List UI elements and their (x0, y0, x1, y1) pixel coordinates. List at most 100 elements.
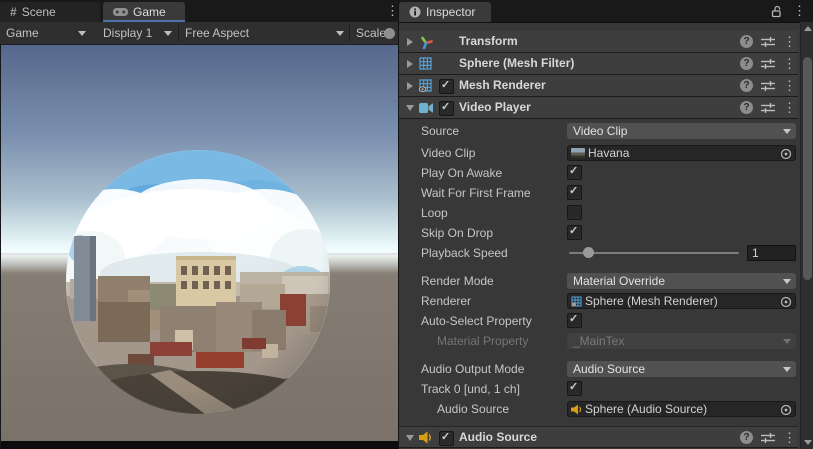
scroll-down-icon[interactable] (804, 440, 812, 445)
playback-speed-slider-knob[interactable] (583, 247, 594, 258)
component-menu-icon[interactable]: ⋮ (783, 35, 793, 48)
help-icon[interactable]: ? (740, 57, 753, 70)
scrollbar-thumb[interactable] (803, 57, 812, 280)
help-icon[interactable]: ? (740, 101, 753, 114)
presets-icon[interactable] (761, 80, 775, 92)
game-mode-label: Game (6, 26, 39, 40)
help-icon[interactable]: ? (740, 431, 753, 444)
render-mode-dropdown[interactable]: Material Override (567, 273, 796, 289)
mesh-renderer-mini-icon (571, 296, 582, 307)
mesh-renderer-icon (419, 79, 432, 92)
row-loop: Loop (399, 203, 798, 223)
audio-source-field[interactable]: Sphere (Audio Source) (567, 401, 796, 417)
foldout-icon[interactable] (407, 82, 413, 90)
display-dropdown[interactable]: Display 1 (103, 22, 152, 44)
component-header-video-player[interactable]: Video Player ? ⋮ (399, 97, 798, 119)
component-header-mesh-filter[interactable]: Sphere (Mesh Filter) ? ⋮ (399, 53, 798, 75)
video-clip-field[interactable]: Havana (567, 145, 796, 161)
object-picker-icon[interactable] (780, 404, 792, 416)
object-picker-icon[interactable] (780, 296, 792, 308)
tab-scene[interactable]: # Scene (0, 2, 100, 22)
scale-slider-knob[interactable] (384, 28, 395, 39)
object-value: Sphere (Audio Source) (585, 402, 707, 416)
row-material-property: Material Property _MainTex (399, 331, 798, 351)
game-mode-dropdown[interactable]: Game (6, 22, 39, 44)
component-enabled-checkbox[interactable] (439, 431, 454, 446)
game-panel-menu-icon[interactable]: ⋮ (386, 4, 396, 17)
help-icon[interactable]: ? (740, 35, 753, 48)
game-panel: # Scene Game ⋮ Game Display 1 (0, 0, 398, 449)
component-name: Audio Source (459, 427, 537, 448)
scroll-up-icon[interactable] (804, 26, 812, 31)
component-menu-icon[interactable]: ⋮ (783, 431, 793, 444)
component-menu-icon[interactable]: ⋮ (783, 79, 793, 92)
component-menu-icon[interactable]: ⋮ (783, 101, 793, 114)
presets-icon[interactable] (761, 432, 775, 444)
component-header-audio-source[interactable]: Audio Source ? ⋮ (399, 426, 798, 448)
inspector-panel: Inspector ⋮ Transform ? ⋮ (398, 0, 813, 449)
tab-game-label: Game (133, 5, 166, 19)
component-name: Video Player (459, 97, 531, 118)
dropdown-value: Video Clip (573, 124, 627, 138)
presets-icon[interactable] (761, 58, 775, 70)
help-icon[interactable]: ? (740, 79, 753, 92)
foldout-icon[interactable] (406, 105, 414, 111)
playback-speed-slider-track[interactable] (569, 252, 739, 254)
game-viewport[interactable] (0, 44, 398, 449)
property-label: Material Property (437, 331, 528, 351)
lock-icon[interactable] (770, 5, 783, 18)
component-menu-icon[interactable]: ⋮ (783, 57, 793, 70)
inspector-scrollbar[interactable] (800, 22, 813, 449)
inspector-menu-icon[interactable]: ⋮ (793, 4, 803, 17)
row-source: Source Video Clip (399, 121, 798, 141)
wait-for-first-frame-checkbox[interactable] (567, 185, 582, 200)
row-skip-on-drop: Skip On Drop (399, 223, 798, 243)
display-label: Display 1 (103, 26, 152, 40)
foldout-icon[interactable] (407, 38, 413, 46)
property-label: Renderer (421, 291, 471, 311)
tab-scene-label: Scene (22, 5, 56, 19)
sphere-shading (66, 150, 330, 414)
renderer-field[interactable]: Sphere (Mesh Renderer) (567, 293, 796, 309)
inspector-tabstrip: Inspector ⋮ (399, 0, 813, 23)
aspect-dropdown[interactable]: Free Aspect (185, 22, 249, 44)
audio-source-mini-icon (571, 404, 582, 415)
row-audio-output-mode: Audio Output Mode Audio Source (399, 359, 798, 379)
component-enabled-checkbox[interactable] (439, 101, 454, 116)
tab-inspector[interactable]: Inspector (399, 2, 491, 22)
scale-label: Scale (356, 22, 386, 44)
foldout-icon[interactable] (407, 60, 413, 68)
object-value: Sphere (Mesh Renderer) (585, 294, 718, 308)
playback-speed-input[interactable] (747, 245, 796, 261)
property-label: Video Clip (421, 143, 475, 163)
row-wait-for-first-frame: Wait For First Frame (399, 183, 798, 203)
chevron-down-icon (336, 31, 344, 36)
source-dropdown[interactable]: Video Clip (567, 123, 796, 139)
mesh-filter-icon (419, 57, 432, 70)
object-picker-icon[interactable] (780, 148, 792, 160)
play-on-awake-checkbox[interactable] (567, 165, 582, 180)
property-label: Play On Awake (421, 163, 502, 183)
chevron-down-icon (783, 129, 791, 134)
row-track-0: Track 0 [und, 1 ch] (399, 379, 798, 399)
loop-checkbox[interactable] (567, 205, 582, 220)
tab-game[interactable]: Game (103, 2, 185, 22)
info-icon (409, 6, 421, 18)
presets-icon[interactable] (761, 102, 775, 114)
component-header-transform[interactable]: Transform ? ⋮ (399, 31, 798, 53)
unity-editor-window: # Scene Game ⋮ Game Display 1 (0, 0, 813, 449)
component-header-mesh-renderer[interactable]: Mesh Renderer ? ⋮ (399, 75, 798, 97)
auto-select-property-checkbox[interactable] (567, 313, 582, 328)
component-enabled-checkbox[interactable] (439, 79, 454, 94)
skip-on-drop-checkbox[interactable] (567, 225, 582, 240)
audio-output-mode-dropdown[interactable]: Audio Source (567, 361, 796, 377)
track-0-checkbox[interactable] (567, 381, 582, 396)
foldout-icon[interactable] (406, 435, 414, 441)
presets-icon[interactable] (761, 36, 775, 48)
chevron-down-icon (783, 279, 791, 284)
property-label: Audio Source (437, 399, 509, 419)
game-render (0, 44, 398, 449)
toolbar-divider (178, 24, 179, 42)
chevron-down-icon (783, 367, 791, 372)
property-label: Source (421, 121, 459, 141)
